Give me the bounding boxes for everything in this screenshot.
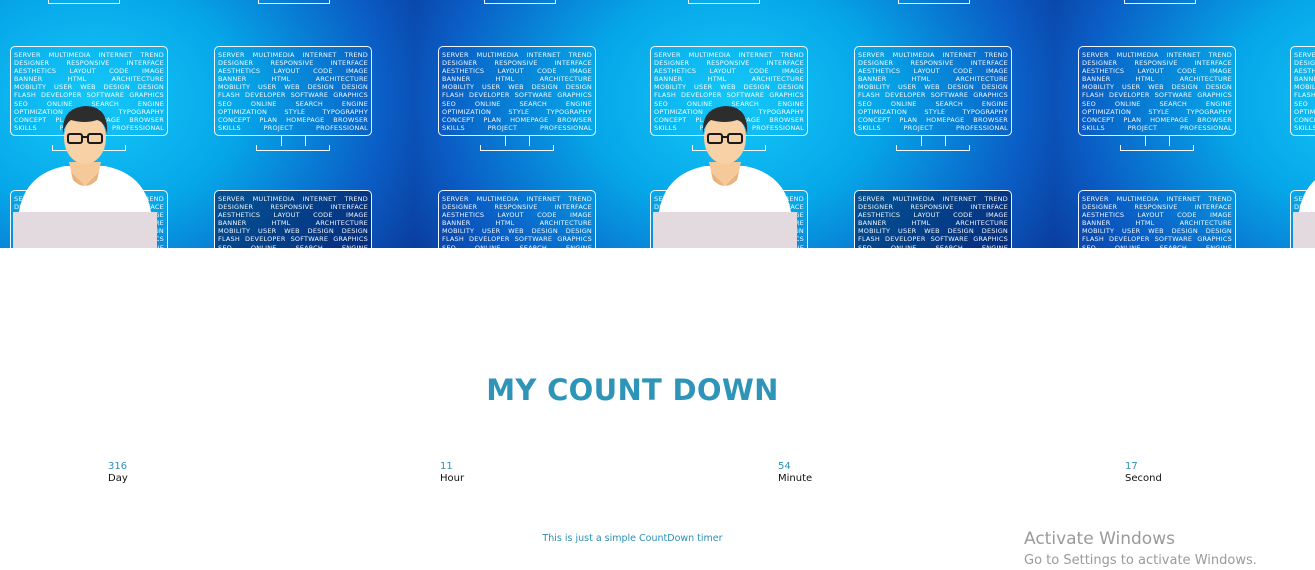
minutes-value: 54 (778, 461, 791, 472)
monitor-stand-illustration (898, 0, 970, 4)
monitor-illustration: SERVERMULTIMEDIAINTERNETTRENDDESIGNERRES… (854, 190, 1014, 248)
watermark-title: Activate Windows (1024, 529, 1175, 549)
monitor-stand-illustration (484, 0, 556, 4)
monitor-illustration: SERVERMULTIMEDIAINTERNETTRENDDESIGNERRES… (1078, 190, 1238, 248)
countdown-minutes: 54 Minute (778, 461, 812, 485)
banner-tile: SERVER MULTIMEDIA INTERNET TREND DESIGNER RES… (414, 0, 1054, 248)
hero-banner-image: SERVER MULTIMEDIA INTERNET TREND DESIGNER RES… (0, 0, 1315, 248)
monitor-illustration: SERVERMULTIMEDIAINTERNETTRENDDESIGNERRES… (854, 46, 1014, 151)
countdown-days: 316 Day (108, 461, 128, 485)
designer-illustration (5, 90, 165, 248)
watermark-subtitle: Go to Settings to activate Windows. (1024, 553, 1257, 568)
days-label: Day (108, 473, 128, 484)
monitor-stand-illustration (1124, 0, 1196, 4)
designer-illustration (1285, 90, 1315, 248)
monitor-illustration: SERVERMULTIMEDIAINTERNETTRENDDESIGNERRES… (438, 190, 598, 248)
monitor-illustration: SERVERMULTIMEDIAINTERNETTRENDDESIGNERRES… (1078, 46, 1238, 151)
designer-illustration (645, 90, 805, 248)
banner-tile: SERVER MULTIMEDIA INTERNET TREND DESIGNER RES… (1054, 0, 1315, 248)
monitor-illustration: SERVERMULTIMEDIAINTERNETTRENDDESIGNERRES… (214, 46, 374, 151)
seconds-value: 17 (1125, 461, 1138, 472)
seconds-label: Second (1125, 473, 1162, 484)
windows-activation-watermark: Activate Windows Go to Settings to activ… (1024, 528, 1257, 570)
monitor-stand-illustration (48, 0, 120, 4)
banner-tile: SERVER MULTIMEDIA INTERNET TREND DESIGNER RES… (0, 0, 414, 248)
hours-value: 11 (440, 461, 453, 472)
minutes-label: Minute (778, 473, 813, 484)
monitor-stand-illustration (688, 0, 760, 4)
page-title: MY COUNT DOWN (486, 373, 779, 407)
monitor-illustration: SERVERMULTIMEDIAINTERNETTRENDDESIGNERRES… (438, 46, 598, 151)
monitor-illustration: SERVERMULTIMEDIAINTERNETTRENDDESIGNERRES… (214, 190, 374, 248)
monitor-stand-illustration (258, 0, 330, 4)
countdown-seconds: 17 Second (1125, 461, 1162, 485)
days-value: 316 (108, 461, 128, 472)
hours-label: Hour (440, 473, 465, 484)
countdown-hours: 11 Hour (440, 461, 464, 485)
